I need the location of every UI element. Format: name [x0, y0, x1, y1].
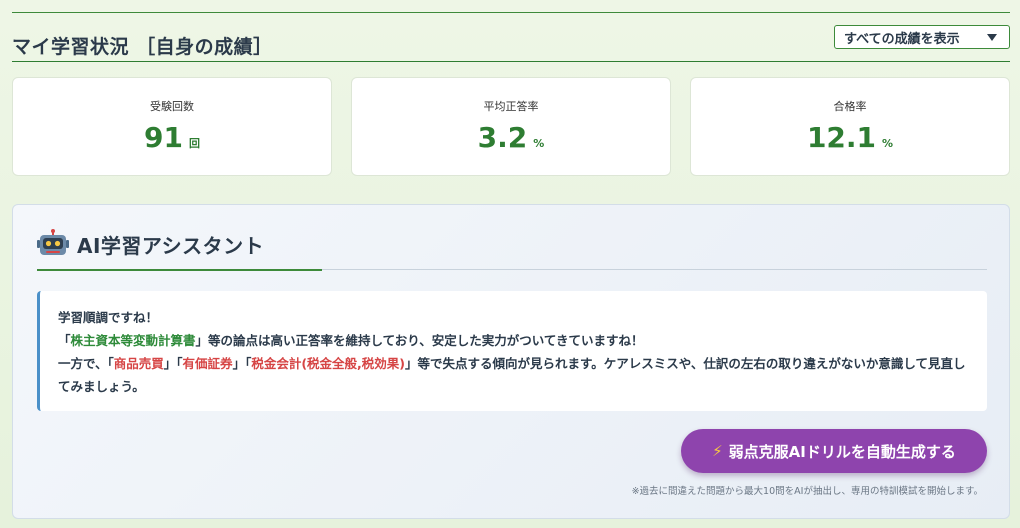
weak-topic-highlight: 商品売買 — [113, 356, 164, 371]
stat-label: 受験回数 — [150, 100, 194, 113]
page-header: マイ学習状況 ［自身の成績］ すべての成績を表示 — [12, 22, 1010, 62]
bracket-text: 」「 — [232, 356, 252, 371]
stat-label: 平均正答率 — [483, 100, 539, 113]
stat-unit: 回 — [188, 137, 200, 150]
weak-topic-highlight: 税金会計(税金全般,税効果) — [251, 356, 406, 371]
message-weakness-line: 一方で、「商品売買」「有価証券」「税金会計(税金全般,税効果)」等で失点する傾向… — [58, 352, 969, 398]
assistant-header: AI学習アシスタント — [37, 229, 264, 259]
page-title: マイ学習状況 ［自身の成績］ — [12, 36, 273, 58]
generate-ai-drill-label: 弱点克服AIドリルを自動生成する — [728, 442, 956, 461]
bracket-text: 」「 — [163, 356, 183, 371]
assistant-title: AI学習アシスタント — [77, 233, 265, 258]
drill-footnote: ※過去に間違えた問題から最大10問をAIが抽出し、専用の特訓模試を開始します。 — [631, 486, 983, 497]
stats-row: 受験回数 91 回 平均正答率 3.2% 合格率 12.1% — [12, 77, 1010, 176]
stat-card-attempts: 受験回数 91 回 — [12, 77, 332, 176]
stat-card-pass-rate: 合格率 12.1% — [690, 77, 1010, 176]
header-divider — [12, 61, 1010, 62]
weak-topic-highlight: 有価証券 — [182, 356, 233, 371]
stat-value: 12.1 — [806, 121, 877, 154]
assistant-message: 学習順調ですね！ 「株主資本等変動計算書」等の論点は高い正答率を維持しており、安… — [37, 291, 987, 411]
stat-value: 3.2 — [477, 121, 528, 154]
message-text: 一方で、「 — [58, 356, 114, 371]
chevron-down-icon — [987, 34, 997, 41]
stat-card-average-accuracy: 平均正答率 3.2% — [351, 77, 671, 176]
results-filter-select[interactable]: すべての成績を表示 — [834, 25, 1010, 49]
bracket-text: 「 — [58, 333, 71, 348]
top-divider — [12, 12, 1010, 13]
ai-assistant-panel: AI学習アシスタント 学習順調ですね！ 「株主資本等変動計算書」等の論点は高い正… — [12, 204, 1010, 519]
assistant-divider-accent — [37, 269, 322, 271]
strong-topic-highlight: 株主資本等変動計算書 — [70, 333, 196, 348]
stat-value: 91 — [144, 121, 183, 154]
stat-unit: % — [533, 137, 545, 150]
generate-ai-drill-button[interactable]: ⚡ 弱点克服AIドリルを自動生成する — [681, 429, 987, 473]
stat-unit: % — [882, 137, 894, 150]
message-text: 」等の論点は高い正答率を維持しており、安定した実力がついてきていますね！ — [195, 333, 644, 348]
filter-selected-label: すべての成績を表示 — [844, 31, 960, 47]
stat-label: 合格率 — [833, 100, 867, 113]
message-strength-line: 「株主資本等変動計算書」等の論点は高い正答率を維持しており、安定した実力がついて… — [58, 329, 969, 352]
lightning-icon: ⚡ — [712, 442, 723, 460]
robot-icon — [37, 229, 69, 259]
message-greeting: 学習順調ですね！ — [58, 310, 159, 325]
